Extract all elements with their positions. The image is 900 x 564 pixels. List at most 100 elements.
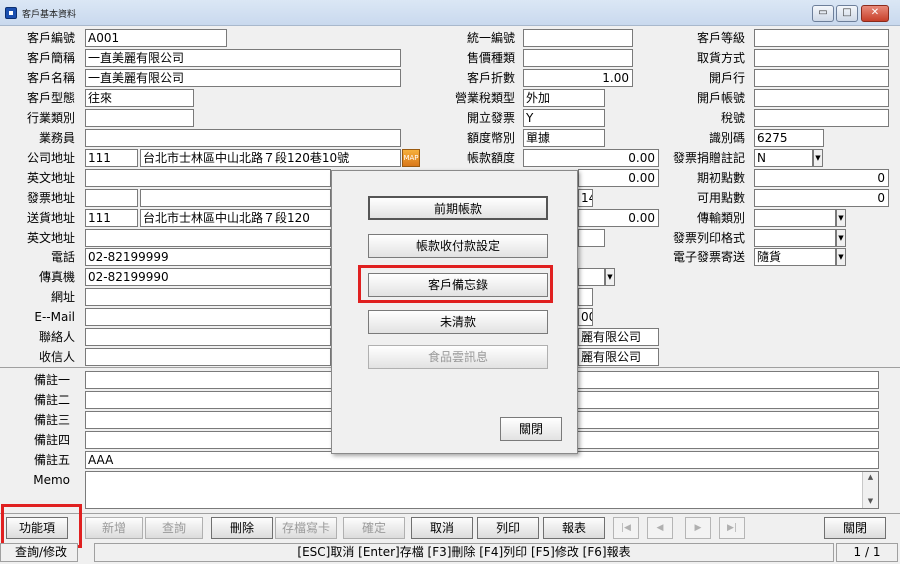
- chevron-down-icon[interactable]: ▼: [605, 268, 615, 286]
- label-donation: 發票捐贈註記: [672, 151, 745, 165]
- id-code-field[interactable]: 6275: [754, 129, 824, 147]
- english-address-2-field[interactable]: [85, 229, 331, 247]
- receiver-field[interactable]: [85, 348, 331, 366]
- invoice-address-field[interactable]: [140, 189, 331, 207]
- company-address-field[interactable]: 台北市士林區中山北路７段120巷10號: [140, 149, 401, 167]
- full-name-field[interactable]: 一直美麗有限公司: [85, 69, 401, 87]
- map-icon[interactable]: MAP: [402, 149, 420, 167]
- label-short-name: 客戶簡稱: [26, 51, 75, 65]
- short-name-field[interactable]: 一直美麗有限公司: [85, 49, 401, 67]
- memo-scrollbar[interactable]: ▲ ▼: [862, 472, 878, 508]
- shortcut-hints: [ESC]取消 [Enter]存檔 [F3]刪除 [F4]列印 [F5]修改 […: [94, 543, 834, 562]
- hidden-field-7[interactable]: 00: [578, 308, 593, 326]
- label-customer-no: 客戶編號: [26, 31, 75, 45]
- label-phone: 電話: [50, 250, 75, 264]
- hidden-select-field[interactable]: [578, 268, 605, 286]
- delivery-address-field[interactable]: 台北市士林區中山北路７段120: [140, 209, 331, 227]
- email-invoice-select[interactable]: 隨貨: [754, 248, 836, 266]
- label-delivery-address: 送貨地址: [26, 211, 75, 225]
- tax-id-field[interactable]: [523, 29, 633, 47]
- credit-limit-field[interactable]: 0.00: [523, 149, 659, 167]
- hidden-field-4[interactable]: [578, 229, 605, 247]
- label-industry: 行業類別: [26, 111, 75, 125]
- invoice-field[interactable]: Y: [523, 109, 605, 127]
- company-zip-field[interactable]: 111: [85, 149, 138, 167]
- transfer-type-select[interactable]: [754, 209, 836, 227]
- label-currency: 額度幣別: [466, 131, 515, 145]
- new-button: 新增: [85, 517, 143, 539]
- minimize-icon[interactable]: ▭: [812, 5, 834, 22]
- chevron-down-icon[interactable]: ▼: [836, 209, 846, 227]
- bank-field[interactable]: [754, 69, 889, 87]
- contact-field[interactable]: [85, 328, 331, 346]
- invoice-zip-field[interactable]: [85, 189, 138, 207]
- customer-type-field[interactable]: 往來: [85, 89, 194, 107]
- maximize-icon[interactable]: □: [836, 5, 858, 22]
- mode-indicator: 查詢/修改: [0, 543, 78, 562]
- highlight-box: [358, 265, 553, 303]
- email-field[interactable]: [85, 308, 331, 326]
- label-initial-points: 期初點數: [696, 171, 745, 185]
- close-button[interactable]: 關閉: [824, 517, 886, 539]
- label-customer-level: 客戶等級: [696, 31, 745, 45]
- chevron-down-icon[interactable]: ▼: [836, 229, 846, 247]
- label-salesperson: 業務員: [38, 131, 75, 145]
- next-record-icon: ▶: [685, 517, 711, 539]
- label-bank: 開戶行: [708, 71, 745, 85]
- delivery-zip-field[interactable]: 111: [85, 209, 138, 227]
- industry-field[interactable]: [85, 109, 194, 127]
- label-note-1: 備註一: [33, 373, 70, 387]
- dialog-close-button[interactable]: 關閉: [500, 417, 562, 441]
- delete-button[interactable]: 刪除: [211, 517, 273, 539]
- label-english-address: 英文地址: [26, 171, 75, 185]
- label-price-type: 售價種類: [466, 51, 515, 65]
- label-credit-limit: 帳款額度: [466, 151, 515, 165]
- label-website: 網址: [50, 290, 75, 304]
- print-button[interactable]: 列印: [477, 517, 539, 539]
- label-invoice-address: 發票地址: [26, 191, 75, 205]
- price-type-field[interactable]: [523, 49, 633, 67]
- payment-settings-button[interactable]: 帳款收付款設定: [368, 234, 548, 258]
- close-icon[interactable]: ✕: [861, 5, 889, 22]
- website-field[interactable]: [85, 288, 331, 306]
- receiver-company-field[interactable]: 麗有限公司: [578, 348, 659, 366]
- toolbar-divider: [0, 513, 900, 514]
- label-print-format: 發票列印格式: [672, 231, 745, 245]
- discount-field[interactable]: 1.00: [523, 69, 633, 87]
- pickup-method-field[interactable]: [754, 49, 889, 67]
- chevron-down-icon[interactable]: ▼: [836, 248, 846, 266]
- label-contact: 聯絡人: [38, 330, 75, 344]
- label-customer-type: 客戶型態: [26, 91, 75, 105]
- bank-account-field[interactable]: [754, 89, 889, 107]
- phone-field[interactable]: 02-82199999: [85, 248, 331, 266]
- page-indicator: 1 / 1: [836, 543, 898, 562]
- cancel-button[interactable]: 取消: [411, 517, 473, 539]
- contact-company-field[interactable]: 麗有限公司: [578, 328, 659, 346]
- donation-select[interactable]: N: [754, 149, 813, 167]
- label-discount: 客戶折數: [466, 71, 515, 85]
- salesperson-field[interactable]: [85, 129, 401, 147]
- tax-no-field[interactable]: [754, 109, 889, 127]
- food-cloud-button: 食品雲訊息: [368, 345, 548, 369]
- customer-level-field[interactable]: [754, 29, 889, 47]
- hidden-days-field[interactable]: 14: [578, 189, 593, 207]
- label-english-address-2: 英文地址: [26, 231, 75, 245]
- print-format-select[interactable]: [754, 229, 836, 247]
- available-points-field[interactable]: 0: [754, 189, 889, 207]
- label-note-5: 備註五: [33, 453, 70, 467]
- memo-textarea[interactable]: [85, 471, 879, 509]
- previous-account-button[interactable]: 前期帳款: [368, 196, 548, 220]
- customer-no-field[interactable]: A001: [85, 29, 227, 47]
- chevron-down-icon[interactable]: ▼: [813, 149, 823, 167]
- prev-record-icon: ◀: [647, 517, 673, 539]
- initial-points-field[interactable]: 0: [754, 169, 889, 187]
- tax-type-field[interactable]: 外加: [523, 89, 605, 107]
- currency-field[interactable]: 單據: [523, 129, 605, 147]
- report-button[interactable]: 報表: [543, 517, 605, 539]
- label-tax-id: 統一編號: [466, 31, 515, 45]
- fax-field[interactable]: 02-82199990: [85, 268, 331, 286]
- outstanding-button[interactable]: 未清款: [368, 310, 548, 334]
- hidden-field-6[interactable]: [578, 288, 593, 306]
- english-address-field[interactable]: [85, 169, 331, 187]
- label-note-4: 備註四: [33, 433, 70, 447]
